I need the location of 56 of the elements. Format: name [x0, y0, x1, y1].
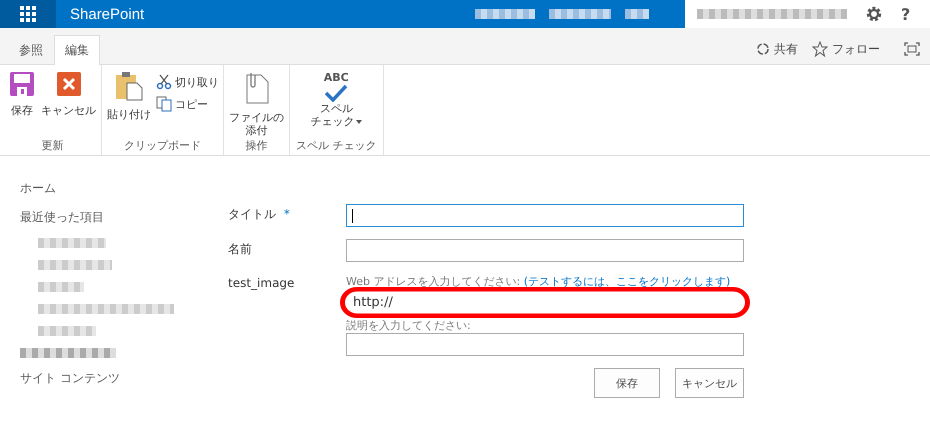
redacted-link[interactable] [549, 9, 611, 19]
brand-name: SharePoint [70, 6, 144, 22]
follow-button[interactable]: フォロー [812, 40, 880, 58]
app-launcher-button[interactable] [0, 0, 56, 28]
ribbon-tab[interactable]: 編集 [54, 35, 100, 65]
focus-icon[interactable] [904, 42, 920, 56]
redacted-nav-link[interactable] [38, 238, 106, 248]
test-link[interactable]: (テストするには、ここをクリックします) [524, 275, 730, 288]
check-mark-icon [324, 84, 348, 102]
description-field[interactable] [346, 333, 744, 356]
field-label: タイトル [228, 207, 276, 221]
dropdown-arrow-icon [356, 120, 362, 124]
grid-icon [20, 6, 36, 22]
hint-text: Web アドレスを入力してください: [346, 275, 520, 288]
redacted-nav-link[interactable] [38, 260, 112, 270]
scissors-icon [156, 74, 172, 90]
attach-file-button[interactable]: ファイルの 添付 [226, 71, 287, 138]
ribbon-group-label: 更新 [40, 138, 64, 153]
ribbon-group-label: 操作 [244, 138, 268, 153]
save-button[interactable]: 保存 [6, 71, 38, 118]
text-field[interactable] [346, 239, 744, 262]
cut-button[interactable]: 切り取り [154, 71, 221, 93]
ribbon-group-label: スペル チェック [295, 138, 378, 153]
redacted-link[interactable] [475, 9, 535, 19]
field-label: 名前 [228, 242, 252, 256]
redacted-nav-link[interactable] [38, 304, 174, 314]
share-button[interactable]: 共有 [756, 40, 798, 58]
star-icon [812, 41, 828, 57]
cancel-button[interactable]: キャンセル [38, 71, 99, 118]
nav-link[interactable]: ホーム [20, 180, 228, 197]
help-icon[interactable]: ? [901, 4, 910, 24]
redacted-link[interactable] [625, 9, 649, 19]
paperclip-document-icon [244, 71, 270, 105]
required-mark: * [284, 207, 290, 221]
form-button[interactable]: キャンセル [675, 368, 744, 398]
field-label: test_image [228, 276, 294, 290]
copy-icon [156, 96, 172, 112]
redacted-nav-link[interactable] [38, 326, 96, 336]
ribbon-tab[interactable]: 参照 [8, 35, 54, 65]
redacted-user-name[interactable] [697, 9, 847, 19]
nav-link[interactable]: 最近使った項目 [20, 209, 228, 226]
spell-check-button[interactable]: ABC スペル チェック [307, 71, 366, 128]
clipboard-icon [114, 71, 144, 101]
text-field[interactable] [346, 204, 744, 227]
hint-text: 説明を入力してください: [346, 318, 472, 333]
close-icon [56, 71, 82, 97]
copy-button[interactable]: コピー [154, 93, 221, 115]
share-icon [756, 42, 770, 56]
paste-button[interactable]: 貼り付け [104, 71, 154, 122]
redacted-nav-link[interactable] [38, 282, 84, 292]
ribbon-group-label: クリップボード [123, 138, 202, 153]
form-button[interactable]: 保存 [594, 368, 660, 398]
nav-link[interactable]: サイト コンテンツ [20, 370, 228, 387]
settings-icon[interactable] [865, 5, 883, 23]
text-cursor [352, 209, 353, 223]
redacted-nav-link[interactable] [20, 348, 116, 358]
